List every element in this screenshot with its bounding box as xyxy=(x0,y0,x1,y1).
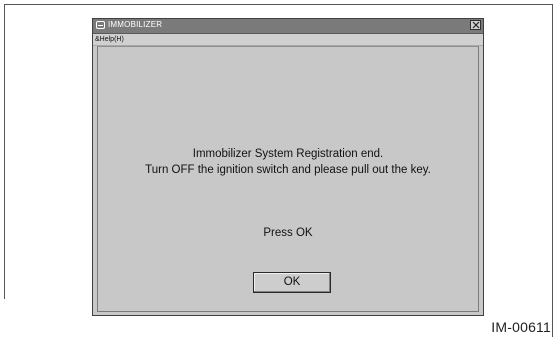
app-icon xyxy=(96,21,105,29)
title-bar[interactable]: IMMOBILIZER xyxy=(93,19,483,34)
dialog-body: Immobilizer System Registration end. Tur… xyxy=(97,46,479,312)
close-icon xyxy=(472,21,480,29)
close-button[interactable] xyxy=(470,20,481,30)
figure-id-label: IM-00611 xyxy=(491,319,551,335)
message-line-2: Turn OFF the ignition switch and please … xyxy=(145,164,431,176)
menu-bar: &Help(H) xyxy=(93,34,483,46)
message-line-1: Immobilizer System Registration end. xyxy=(192,148,384,160)
menu-help[interactable]: &Help(H) xyxy=(95,36,124,43)
immobilizer-window: IMMOBILIZER &Help(H) Immobilizer System … xyxy=(92,18,484,316)
ok-button[interactable]: OK xyxy=(253,272,331,293)
press-ok-prompt: Press OK xyxy=(263,227,313,239)
figure-frame-edge xyxy=(552,299,553,337)
window-title: IMMOBILIZER xyxy=(108,20,163,29)
